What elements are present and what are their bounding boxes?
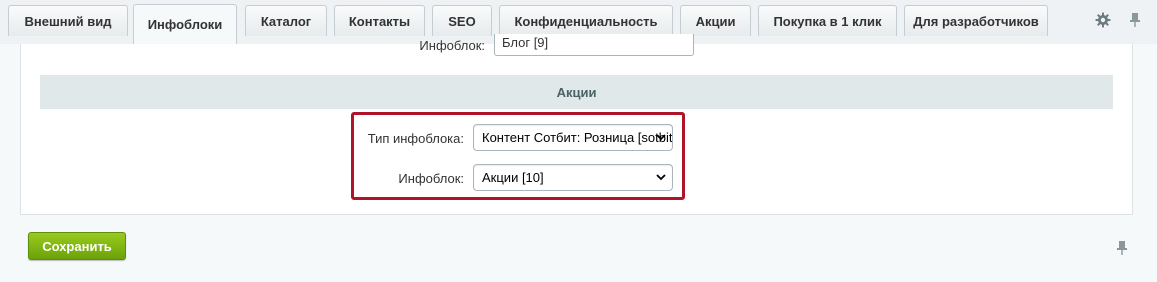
previous-field-label: Инфоблок: — [419, 38, 485, 53]
infoblock-value: Акции [10] — [482, 170, 544, 185]
infoblock-label: Инфоблок: — [398, 171, 464, 186]
infoblock-type-label: Тип инфоблока: — [367, 131, 464, 146]
chevron-down-icon — [656, 134, 666, 141]
save-button[interactable]: Сохранить — [28, 232, 126, 260]
previous-infoblock-select[interactable]: Блог [9] — [494, 34, 694, 56]
tab-seo[interactable]: SEO — [432, 5, 492, 36]
tab-appearance[interactable]: Внешний вид — [8, 5, 128, 36]
section-heading: Акции — [40, 75, 1113, 109]
tab-promotions[interactable]: Акции — [680, 5, 751, 36]
pin-icon[interactable] — [1125, 10, 1145, 30]
tab-infoblocks[interactable]: Инфоблоки — [133, 4, 237, 44]
infoblock-select[interactable]: Акции [10] — [473, 164, 673, 191]
infoblock-type-value: Контент Сотбит: Розница [sotbit_origami_… — [482, 130, 673, 145]
infoblock-type-select[interactable]: Контент Сотбит: Розница [sotbit_origami_… — [473, 124, 673, 151]
tab-privacy[interactable]: Конфиденциальность — [499, 5, 673, 36]
tab-developers[interactable]: Для разработчиков — [904, 5, 1048, 36]
tab-contacts[interactable]: Контакты — [334, 5, 425, 36]
gear-icon[interactable] — [1093, 10, 1113, 30]
footer-pin-icon[interactable] — [1112, 238, 1132, 258]
chevron-down-icon — [656, 174, 666, 181]
section-title: Акции — [556, 84, 597, 100]
tab-one-click-purchase[interactable]: Покупка в 1 клик — [758, 5, 897, 36]
tab-catalog[interactable]: Каталог — [245, 5, 327, 36]
